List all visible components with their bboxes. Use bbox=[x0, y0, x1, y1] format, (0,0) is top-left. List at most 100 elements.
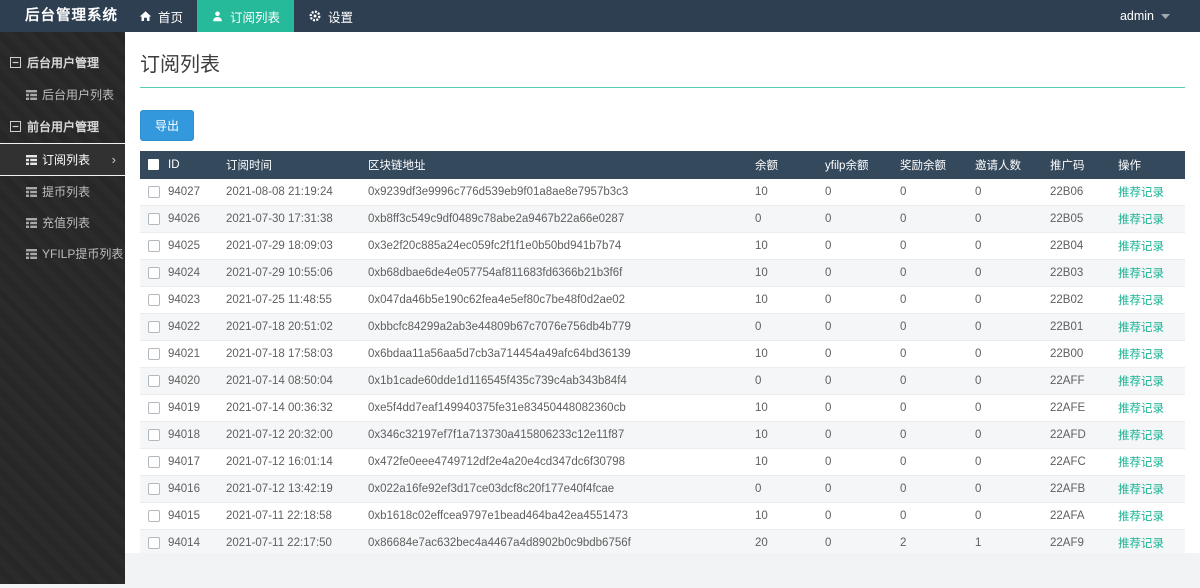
row-checkbox[interactable] bbox=[148, 186, 160, 198]
sidebar-item-subscription-list[interactable]: 订阅列表 › bbox=[0, 143, 125, 176]
table-row: 94017 2021-07-12 16:01:14 0x472fe0eee474… bbox=[140, 449, 1185, 476]
cell-blockchain-address: 0x9239df3e9996c776d539eb9f01a8ae8e7957b3… bbox=[360, 179, 747, 206]
cell-reward-balance: 0 bbox=[892, 422, 967, 449]
cell-yfilp-balance: 0 bbox=[817, 179, 892, 206]
cell-id: 94024 bbox=[160, 260, 218, 287]
sidebar-section-frontend-user-mgmt[interactable]: 前台用户管理 bbox=[0, 110, 125, 143]
sidebar-item-label: 充值列表 bbox=[42, 214, 90, 231]
row-checkbox[interactable] bbox=[148, 267, 160, 279]
row-checkbox[interactable] bbox=[148, 456, 160, 468]
recommend-records-link[interactable]: 推荐记录 bbox=[1118, 538, 1164, 550]
table-row: 94025 2021-07-29 18:09:03 0x3e2f20c885a2… bbox=[140, 233, 1185, 260]
sidebar-item-withdraw-list[interactable]: 提币列表 bbox=[0, 176, 125, 207]
row-checkbox[interactable] bbox=[148, 240, 160, 252]
table-row: 94020 2021-07-14 08:50:04 0x1b1cade60dde… bbox=[140, 368, 1185, 395]
cell-balance: 10 bbox=[747, 260, 817, 287]
sidebar-item-yfilp-withdraw-list[interactable]: YFILP提币列表 bbox=[0, 238, 125, 269]
table-icon bbox=[26, 187, 37, 197]
nav-item-settings[interactable]: 设置 bbox=[294, 0, 367, 32]
table-row: 94018 2021-07-12 20:32:00 0x346c32197ef7… bbox=[140, 422, 1185, 449]
recommend-records-link[interactable]: 推荐记录 bbox=[1118, 484, 1164, 496]
cell-id: 94025 bbox=[160, 233, 218, 260]
cell-yfilp-balance: 0 bbox=[817, 368, 892, 395]
cell-id: 94015 bbox=[160, 503, 218, 530]
sidebar-item-backend-user-list[interactable]: 后台用户列表 bbox=[0, 79, 125, 110]
cell-promo-code: 22AFB bbox=[1042, 476, 1110, 503]
cell-id: 94023 bbox=[160, 287, 218, 314]
cell-invite-count: 0 bbox=[967, 422, 1042, 449]
table-icon bbox=[26, 155, 37, 165]
cell-promo-code: 22AFF bbox=[1042, 368, 1110, 395]
row-checkbox[interactable] bbox=[148, 213, 160, 225]
col-header-yfilp-balance: yfilp余额 bbox=[817, 151, 892, 179]
table-row: 94026 2021-07-30 17:31:38 0xb8ff3c549c9d… bbox=[140, 206, 1185, 233]
cell-balance: 0 bbox=[747, 206, 817, 233]
cell-blockchain-address: 0x022a16fe92ef3d17ce03dcf8c20f177e40f4fc… bbox=[360, 476, 747, 503]
table-row: 94015 2021-07-11 22:18:58 0xb1618c02effc… bbox=[140, 503, 1185, 530]
col-header-subscribe-time: 订阅时间 bbox=[218, 151, 360, 179]
cell-blockchain-address: 0x6bdaa11a56aa5d7cb3a714454a49afc64bd361… bbox=[360, 341, 747, 368]
cell-yfilp-balance: 0 bbox=[817, 476, 892, 503]
nav-item-label: 首页 bbox=[158, 7, 183, 26]
cell-subscribe-time: 2021-07-29 18:09:03 bbox=[218, 233, 360, 260]
table-row: 94023 2021-07-25 11:48:55 0x047da46b5e19… bbox=[140, 287, 1185, 314]
col-header-blockchain-address: 区块链地址 bbox=[360, 151, 747, 179]
col-header-promo-code: 推广码 bbox=[1042, 151, 1110, 179]
cell-subscribe-time: 2021-07-12 16:01:14 bbox=[218, 449, 360, 476]
cell-id: 94027 bbox=[160, 179, 218, 206]
sidebar-item-recharge-list[interactable]: 充值列表 bbox=[0, 207, 125, 238]
cell-reward-balance: 0 bbox=[892, 233, 967, 260]
row-checkbox[interactable] bbox=[148, 483, 160, 495]
table-row: 94024 2021-07-29 10:55:06 0xb68dbae6de4e… bbox=[140, 260, 1185, 287]
user-menu[interactable]: admin bbox=[1120, 0, 1200, 32]
sidebar-item-label: 订阅列表 bbox=[42, 151, 90, 168]
recommend-records-link[interactable]: 推荐记录 bbox=[1118, 187, 1164, 199]
cell-yfilp-balance: 0 bbox=[817, 287, 892, 314]
recommend-records-link[interactable]: 推荐记录 bbox=[1118, 403, 1164, 415]
cell-reward-balance: 0 bbox=[892, 260, 967, 287]
recommend-records-link[interactable]: 推荐记录 bbox=[1118, 295, 1164, 307]
export-button[interactable]: 导出 bbox=[140, 110, 194, 141]
cell-promo-code: 22B03 bbox=[1042, 260, 1110, 287]
cell-yfilp-balance: 0 bbox=[817, 341, 892, 368]
recommend-records-link[interactable]: 推荐记录 bbox=[1118, 268, 1164, 280]
nav-item-subscription-list[interactable]: 订阅列表 bbox=[197, 0, 294, 32]
cell-invite-count: 0 bbox=[967, 449, 1042, 476]
recommend-records-link[interactable]: 推荐记录 bbox=[1118, 214, 1164, 226]
recommend-records-link[interactable]: 推荐记录 bbox=[1118, 511, 1164, 523]
row-checkbox[interactable] bbox=[148, 294, 160, 306]
row-checkbox[interactable] bbox=[148, 510, 160, 522]
cell-reward-balance: 2 bbox=[892, 530, 967, 554]
collapse-minus-icon bbox=[10, 57, 21, 68]
row-checkbox[interactable] bbox=[148, 348, 160, 360]
cell-blockchain-address: 0xbbcfc84299a2ab3e44809b67c7076e756db4b7… bbox=[360, 314, 747, 341]
row-checkbox[interactable] bbox=[148, 537, 160, 549]
cell-subscribe-time: 2021-07-29 10:55:06 bbox=[218, 260, 360, 287]
sidebar-section-backend-user-mgmt[interactable]: 后台用户管理 bbox=[0, 46, 125, 79]
recommend-records-link[interactable]: 推荐记录 bbox=[1118, 376, 1164, 388]
cell-promo-code: 22AF9 bbox=[1042, 530, 1110, 554]
row-checkbox[interactable] bbox=[148, 321, 160, 333]
recommend-records-link[interactable]: 推荐记录 bbox=[1118, 322, 1164, 334]
row-checkbox[interactable] bbox=[148, 402, 160, 414]
cell-yfilp-balance: 0 bbox=[817, 395, 892, 422]
cell-id: 94022 bbox=[160, 314, 218, 341]
cell-balance: 0 bbox=[747, 314, 817, 341]
recommend-records-link[interactable]: 推荐记录 bbox=[1118, 241, 1164, 253]
cell-promo-code: 22B01 bbox=[1042, 314, 1110, 341]
sidebar-section-title: 前台用户管理 bbox=[27, 118, 99, 135]
table-row: 94016 2021-07-12 13:42:19 0x022a16fe92ef… bbox=[140, 476, 1185, 503]
nav-item-home[interactable]: 首页 bbox=[125, 0, 197, 32]
cell-invite-count: 0 bbox=[967, 368, 1042, 395]
recommend-records-link[interactable]: 推荐记录 bbox=[1118, 457, 1164, 469]
cell-invite-count: 0 bbox=[967, 206, 1042, 233]
table-icon bbox=[26, 90, 37, 100]
row-checkbox[interactable] bbox=[148, 375, 160, 387]
row-checkbox[interactable] bbox=[148, 429, 160, 441]
recommend-records-link[interactable]: 推荐记录 bbox=[1118, 349, 1164, 361]
select-all-checkbox[interactable] bbox=[148, 159, 159, 170]
cell-subscribe-time: 2021-07-18 17:58:03 bbox=[218, 341, 360, 368]
cell-balance: 10 bbox=[747, 341, 817, 368]
cell-blockchain-address: 0x472fe0eee4749712df2e4a20e4cd347dc6f307… bbox=[360, 449, 747, 476]
recommend-records-link[interactable]: 推荐记录 bbox=[1118, 430, 1164, 442]
